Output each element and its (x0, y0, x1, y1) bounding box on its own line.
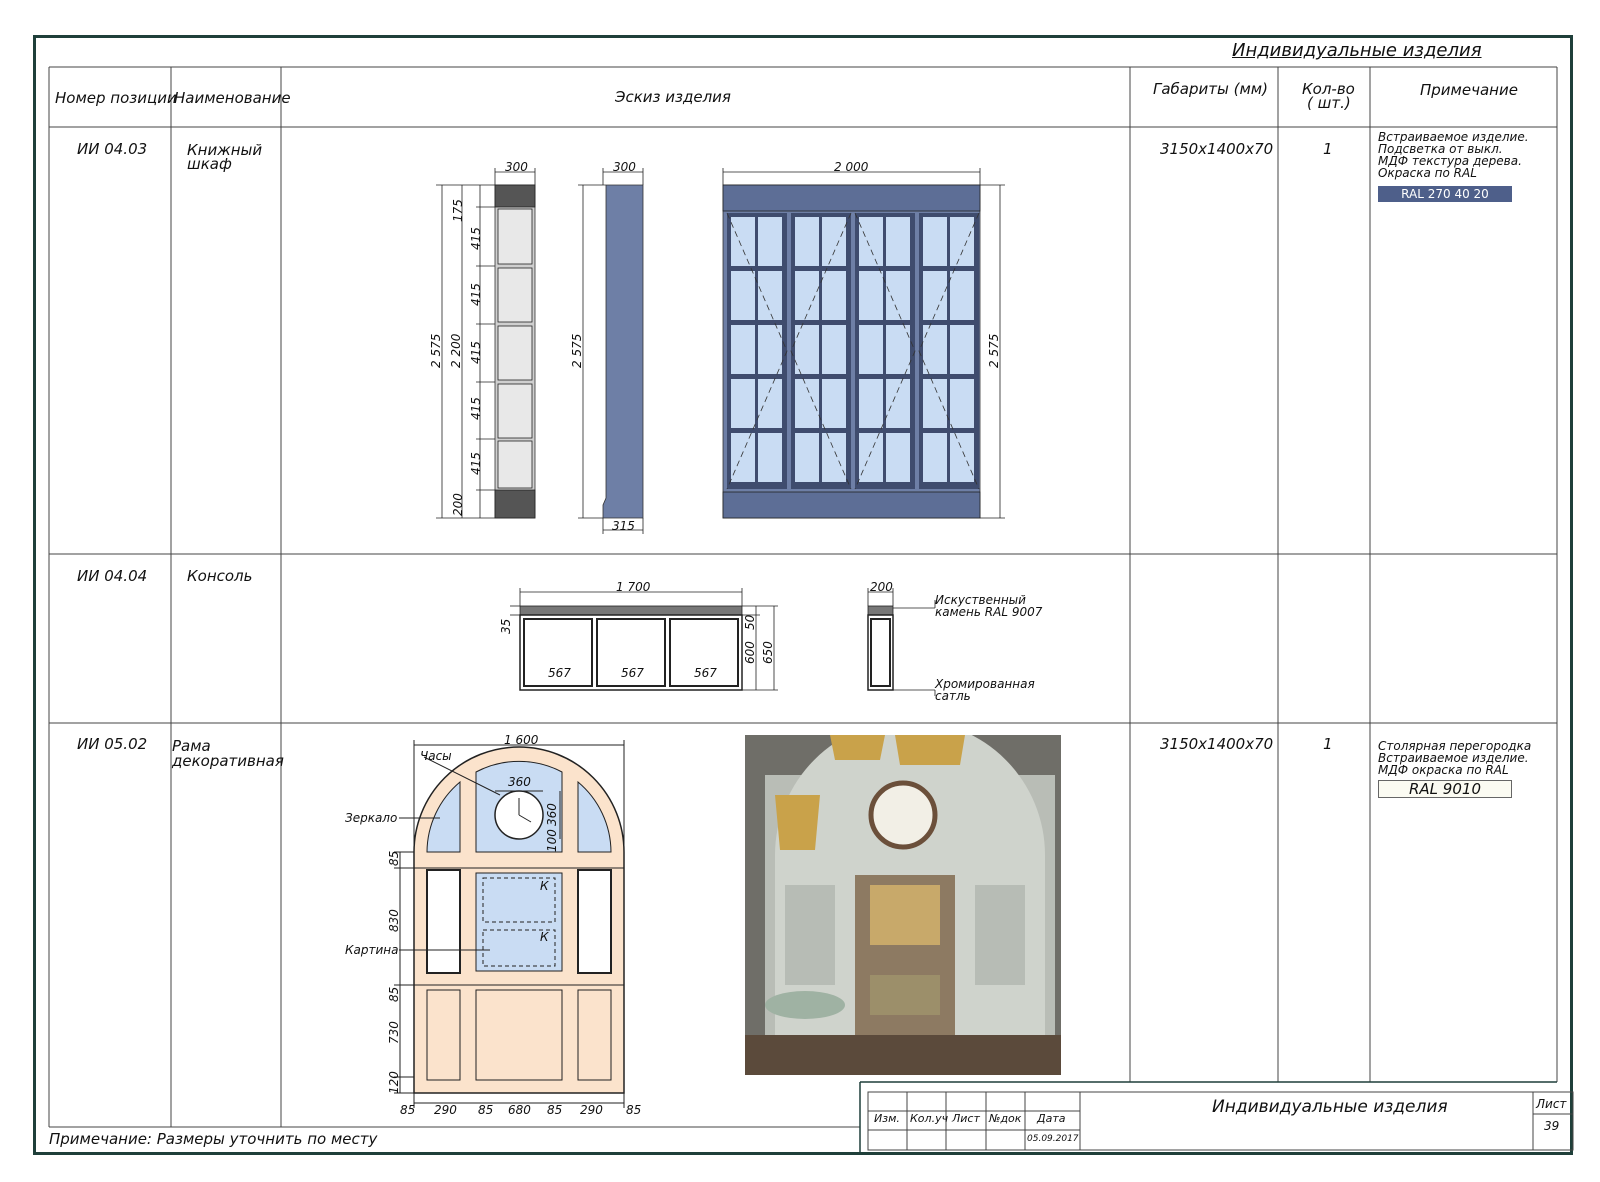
tb-col-date: Дата (1037, 1112, 1066, 1125)
tb-date-value: 05.09.2017 (1027, 1134, 1079, 1144)
tb-col-list: Лист (952, 1112, 980, 1125)
tb-col-ndok: №док (989, 1112, 1022, 1125)
title-block-grid (859, 1081, 1574, 1153)
tb-col-izm: Изм. (874, 1112, 900, 1125)
tb-title: Индивидуальные изделия (1212, 1097, 1448, 1117)
tb-sheet-label: Лист (1536, 1097, 1567, 1111)
tb-col-koluch: Кол.уч (910, 1112, 949, 1125)
tb-sheet-number: 39 (1544, 1119, 1560, 1133)
